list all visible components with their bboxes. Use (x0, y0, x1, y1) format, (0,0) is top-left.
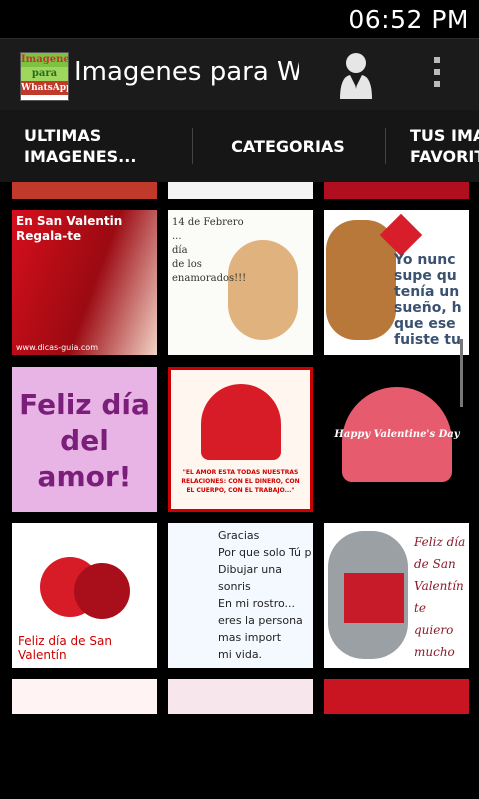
status-bar: 06:52 PM (0, 0, 479, 38)
thumbnail-kiss-heart[interactable]: "EL AMOR ESTA TODAS NUESTRAS RELACIONES:… (168, 367, 313, 512)
app-title: Imagenes para Wh (74, 57, 299, 87)
image-grid[interactable]: En San Valentin Regala-te www.dicas-guia… (0, 182, 479, 714)
thumbnail-puppy[interactable]: 14 de Febrero ... día de los enamorados!… (168, 210, 313, 355)
thumbnail-teddy-heart[interactable]: Feliz día de San Valentín te quiero much… (324, 523, 469, 668)
tab-ultimas-imagenes[interactable]: ULTIMAS IMAGENES... (24, 110, 189, 182)
logo-line: WhatsApp (21, 81, 69, 95)
tab-bar: ULTIMAS IMAGENES... CATEGORIAS TUS IMA F… (0, 110, 479, 292)
thumbnail-gracias[interactable]: Gracias Por que solo Tú p Dibujar una so… (168, 523, 313, 668)
thumbnail-partial[interactable] (12, 182, 157, 199)
thumbnail-two-hearts[interactable]: Feliz día de San Valentín (12, 523, 157, 668)
scrollbar[interactable] (460, 339, 463, 407)
clock: 06:52 PM (348, 5, 469, 34)
bottom-blank-area (0, 714, 479, 799)
thumbnail-partial[interactable] (12, 679, 157, 714)
tab-tus-imagenes-favoritas[interactable]: TUS IMA FAVORIT (410, 110, 479, 182)
thumbnail-feliz-dia-del-amor[interactable]: Feliz día del amor! (12, 367, 157, 512)
logo-line: para (21, 67, 68, 81)
tab-categorias[interactable]: CATEGORIAS (193, 110, 383, 182)
tab-divider (385, 128, 386, 164)
logo-line: Imagenes (21, 53, 68, 67)
app-logo[interactable]: Imagenes para WhatsApp (20, 52, 69, 101)
thumbnail-valentine-gift[interactable]: En San Valentin Regala-te www.dicas-guia… (12, 210, 157, 355)
overflow-menu-icon[interactable] (432, 57, 442, 93)
thumbnail-partial[interactable] (324, 679, 469, 714)
action-bar: Imagenes para WhatsApp Imagenes para Wh (0, 38, 479, 111)
thumbnail-partial[interactable] (168, 679, 313, 714)
thumbnail-happy-valentines-day[interactable]: Happy Valentine's Day (324, 367, 469, 512)
thumbnail-teddy-bear[interactable]: Yo nunc supe qu tenía un sueño, h que es… (324, 210, 469, 355)
person-icon[interactable] (336, 49, 376, 101)
thumbnail-partial[interactable] (324, 182, 469, 199)
thumbnail-partial[interactable] (168, 182, 313, 199)
